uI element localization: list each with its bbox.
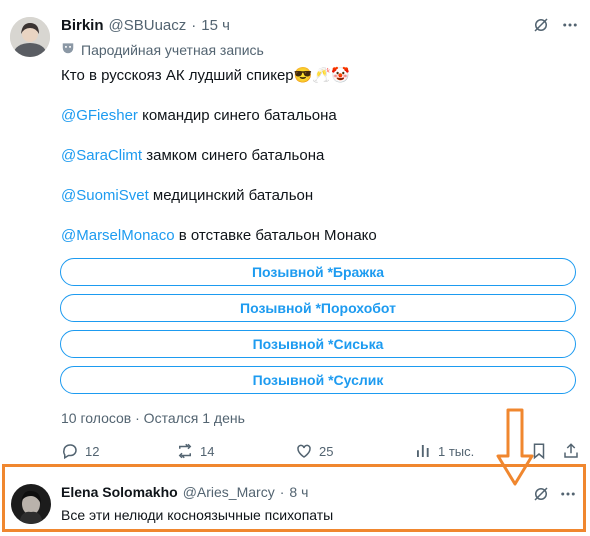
tweet-elena[interactable]: Elena Solomakho @Aries_Marcy · 8 ч Все э…: [5, 467, 583, 529]
poll-option-3[interactable]: Позывной *Сиська: [60, 330, 576, 358]
tweet-birkin[interactable]: Birkin @SBUuacz · 15 ч Пародийная учетна…: [0, 0, 590, 462]
separator: ·: [279, 484, 285, 500]
tweet-line: @MarselMonaco в отставке батальон Монако: [61, 226, 377, 246]
share-icon[interactable]: [562, 442, 580, 464]
parody-mask-icon: [61, 41, 75, 59]
reply-button[interactable]: 12: [61, 442, 99, 460]
grok-icon[interactable]: [532, 16, 550, 38]
timestamp[interactable]: 15 ч: [201, 17, 230, 34]
parody-label-row: Пародийная учетная запись: [61, 41, 264, 59]
author-name[interactable]: Birkin: [61, 17, 104, 34]
tweet-line: @SaraClimt замком синего батальона: [61, 146, 324, 166]
mention-link[interactable]: @GFiesher: [61, 107, 138, 124]
author-name[interactable]: Elena Solomakho: [61, 484, 178, 500]
tweet-text: Кто в русскояз АК лудший спикер😎🥂🤡: [61, 66, 350, 86]
poll-option-1[interactable]: Позывной *Бражка: [60, 258, 576, 286]
timestamp[interactable]: 8 ч: [289, 484, 308, 500]
tweet-line: @SuomiSvet медицинский батальон: [61, 186, 313, 206]
separator: ·: [191, 17, 197, 34]
mention-link[interactable]: @SaraClimt: [61, 147, 142, 164]
avatar[interactable]: [11, 484, 51, 524]
line-text: в отставке батальон Монако: [174, 227, 377, 244]
mention-link[interactable]: @MarselMonaco: [61, 227, 175, 244]
poll-option-2[interactable]: Позывной *Порохобот: [60, 294, 576, 322]
like-button[interactable]: 25: [295, 442, 333, 460]
tweet-text: Все эти нелюди косноязычные психопаты: [61, 507, 334, 523]
grok-icon[interactable]: [532, 485, 550, 507]
tweet-text-main: Кто в русскояз АК лудший спикер: [61, 67, 294, 84]
poll-option-4[interactable]: Позывной *Суслик: [60, 366, 576, 394]
retweet-button[interactable]: 14: [176, 442, 214, 460]
tweet-line: @GFiesher командир синего батальона: [61, 106, 337, 126]
reply-icon: [63, 444, 77, 460]
parody-label: Пародийная учетная запись: [81, 42, 264, 58]
poll-meta: 10 голосов · Остался 1 день: [61, 410, 245, 426]
line-text: замком синего батальона: [142, 147, 325, 164]
retweet-icon: [178, 443, 192, 459]
tweet-header: Birkin @SBUuacz · 15 ч: [61, 17, 230, 34]
avatar[interactable]: [10, 17, 50, 57]
like-count: 25: [319, 443, 334, 459]
views-icon: [417, 445, 429, 457]
line-text: командир синего батальона: [137, 107, 337, 124]
retweet-count: 14: [200, 443, 215, 459]
tweet-emojis: 😎🥂🤡: [293, 67, 350, 84]
more-icon[interactable]: [559, 485, 577, 507]
mention-link[interactable]: @SuomiSvet: [61, 187, 149, 204]
line-text: медицинский батальон: [148, 187, 314, 204]
author-handle[interactable]: @Aries_Marcy: [183, 484, 275, 500]
views-button[interactable]: 1 тыс.: [414, 442, 474, 460]
tweet-header: Elena Solomakho @Aries_Marcy · 8 ч: [61, 484, 308, 500]
like-icon: [297, 444, 311, 458]
more-icon[interactable]: [561, 16, 579, 38]
views-count: 1 тыс.: [438, 443, 475, 459]
author-handle[interactable]: @SBUuacz: [109, 17, 187, 34]
reply-count: 12: [85, 443, 100, 459]
